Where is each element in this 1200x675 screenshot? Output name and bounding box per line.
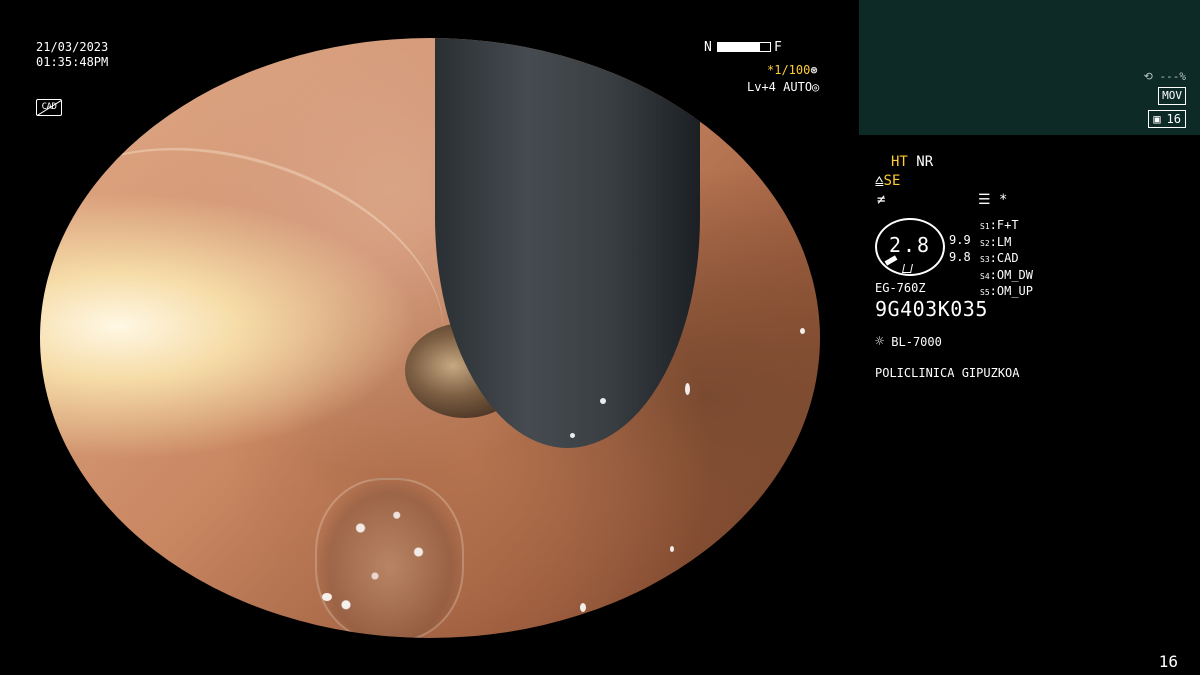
specular-highlight [800, 328, 805, 334]
se-icon: ⩠ [875, 173, 884, 189]
switch-item: S1:F+T [980, 218, 1019, 232]
iris-icon: ⊛ [810, 63, 818, 77]
enhancement-settings: HT NR [891, 154, 933, 170]
specular-highlight [590, 40, 595, 49]
menu-status: ☰ * [978, 192, 1007, 208]
menu-asterisk: * [999, 192, 1008, 208]
zoom-right-bottom: 9.8 [949, 250, 971, 264]
nf-focus-fill [718, 43, 760, 51]
endoscopy-view [40, 38, 820, 638]
capture-counter: ▣ 16 [1148, 110, 1186, 128]
record-icon: ⟲ [1143, 70, 1153, 83]
cad-icon-text: CAD [41, 102, 57, 112]
record-status: ⟲ ---% [1144, 70, 1186, 83]
record-percent: ---% [1159, 70, 1187, 83]
specular-highlight [575, 46, 582, 53]
level-value: Lv+4 [747, 80, 776, 94]
capture-count: 16 [1166, 111, 1181, 126]
specular-highlight [322, 593, 332, 601]
switch-item: S5:OM_UP [980, 284, 1033, 298]
specular-highlight [600, 398, 606, 404]
specular-highlight [580, 603, 586, 612]
time-label: 01:35:48PM [36, 55, 109, 69]
structure-enhancement: ⩠SE [875, 173, 900, 189]
freeze-icon: ≠ [877, 192, 886, 208]
zoom-value: 2.8 [888, 233, 932, 257]
institution-name: POLICLINICA GIPUZKOA [875, 366, 1020, 380]
nr-label: NR [916, 154, 934, 170]
freeze-indicator: ≠ [877, 192, 885, 208]
ht-label: HT [891, 154, 908, 170]
scope-serial: 9G403K035 [875, 297, 988, 321]
zoom-dial: 2.8 [875, 218, 945, 276]
recording-preview-panel: ⟲ ---% MOV ▣ 16 [859, 0, 1200, 135]
auto-icon: ◎ [812, 80, 820, 94]
zoom-cup-icon [902, 264, 913, 273]
mucosal-fold [40, 97, 481, 482]
cad-off-icon: CAD [36, 99, 62, 116]
zoom-right-top: 9.9 [949, 233, 971, 247]
date-label: 21/03/2023 [36, 40, 109, 54]
sun-icon: ☼ [875, 332, 885, 350]
shutter-value: 1/100 [774, 63, 811, 77]
specular-highlight [570, 433, 575, 438]
switch-item: S4:OM_DW [980, 267, 1033, 282]
camera-icon: ▣ [1153, 111, 1161, 126]
page-number: 16 [1158, 652, 1178, 671]
brightness-level: Lv+4 AUTO◎ [747, 80, 819, 94]
datetime: 21/03/2023 01:35:48PM [36, 40, 108, 70]
menu-icon: ☰ [978, 192, 991, 208]
nf-near-label: N [704, 40, 712, 55]
light-source-label: BL-7000 [891, 335, 942, 349]
switch-item: S3:CAD [980, 251, 1019, 265]
switch-item: S2:LM [980, 234, 1012, 249]
light-source: ☼ BL-7000 [875, 332, 942, 350]
specular-highlight [685, 383, 690, 395]
scope-model: EG-760Z [875, 281, 926, 295]
scope-switch-list: S1:F+T S2:LM S3:CAD S4:OM_DW S5:OM_UP [980, 218, 1033, 301]
shutter-speed: *1/100⊛ [767, 63, 818, 77]
nf-far-label: F [774, 40, 782, 55]
fluid-bubbles [315, 478, 464, 638]
se-label: SE [883, 173, 901, 189]
nf-focus-bar [717, 42, 771, 52]
level-mode: AUTO [783, 80, 813, 94]
mov-badge: MOV [1158, 87, 1186, 105]
specular-highlight [670, 546, 674, 552]
